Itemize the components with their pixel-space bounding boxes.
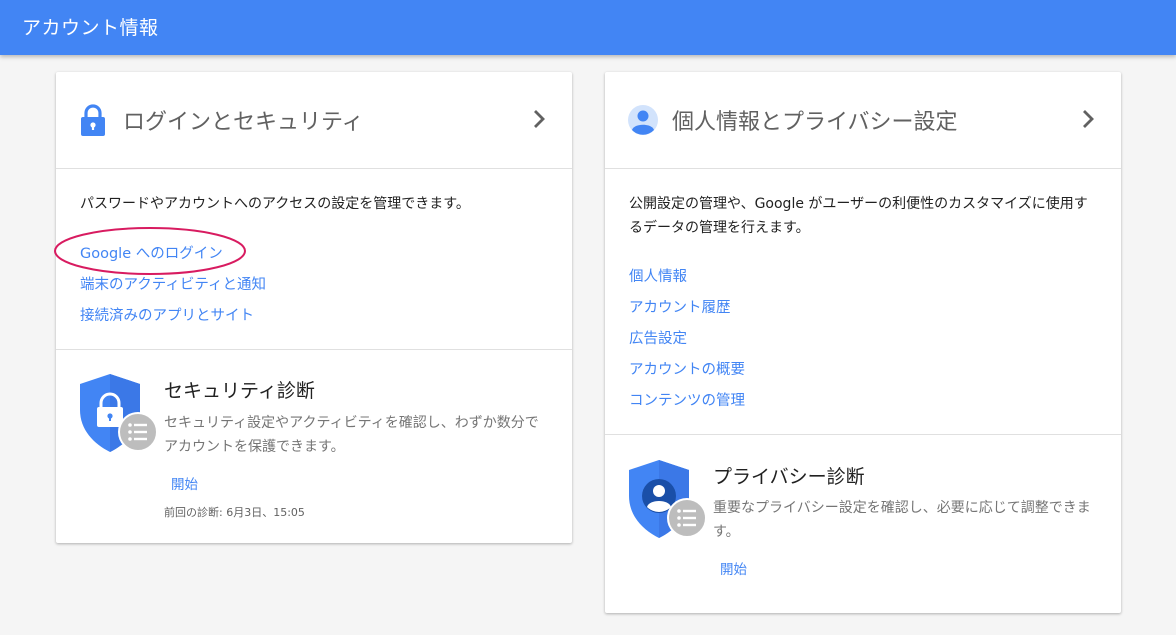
privacy-description: 公開設定の管理や、Google がユーザーの利便性のカスタマイズに使用するデータ…	[629, 196, 1088, 236]
card-divider	[56, 349, 572, 350]
privacy-checkup-description: 重要なプライバシー設定を確認し、必要に応じて調整できます。	[713, 500, 1091, 540]
login-security-header[interactable]: ログインとセキュリティ	[56, 72, 572, 169]
lock-icon	[81, 104, 105, 136]
login-security-description: パスワードやアカウントへのアクセスの設定を管理できます。	[80, 196, 470, 212]
privacy-title: 個人情報とプライバシー設定	[672, 110, 958, 135]
connected-apps-link[interactable]: 接続済みのアプリとサイト	[80, 304, 254, 325]
privacy-header[interactable]: 個人情報とプライバシー設定	[605, 72, 1121, 169]
ad-settings-link[interactable]: 広告設定	[629, 327, 687, 348]
login-security-card: ログインとセキュリティ パスワードやアカウントへのアクセスの設定を管理できます。…	[56, 72, 572, 543]
person-icon	[628, 105, 658, 135]
account-history-link[interactable]: アカウント履歴	[629, 296, 731, 317]
last-checkup-text: 前回の診断: 6月3日、15:05	[164, 506, 305, 519]
top-app-bar: アカウント情報	[0, 0, 1176, 55]
personal-info-link[interactable]: 個人情報	[629, 265, 687, 286]
card-divider	[605, 434, 1121, 435]
security-checkup-description: セキュリティ設定やアクティビティを確認し、わずか数分でアカウントを保護できます。	[164, 415, 539, 455]
chevron-right-icon[interactable]	[1081, 108, 1095, 130]
security-checkup-start-button[interactable]: 開始	[171, 473, 198, 493]
content-management-link[interactable]: コンテンツの管理	[629, 389, 745, 410]
security-checkup-title: セキュリティ診断	[164, 380, 315, 402]
app-title: アカウント情報	[22, 17, 159, 39]
chevron-right-icon[interactable]	[532, 108, 546, 130]
privacy-checkup-start-button[interactable]: 開始	[720, 558, 747, 578]
account-overview-link[interactable]: アカウントの概要	[629, 358, 745, 379]
privacy-card: 個人情報とプライバシー設定 公開設定の管理や、Google がユーザーの利便性の…	[605, 72, 1121, 613]
security-checkup-shield-icon	[80, 374, 158, 452]
privacy-checkup-title: プライバシー診断	[713, 466, 865, 488]
google-signin-link[interactable]: Google へのログイン	[80, 242, 223, 263]
device-activity-link[interactable]: 端末のアクティビティと通知	[80, 273, 266, 294]
privacy-checkup-shield-icon	[629, 460, 707, 538]
login-security-title: ログインとセキュリティ	[123, 110, 364, 135]
